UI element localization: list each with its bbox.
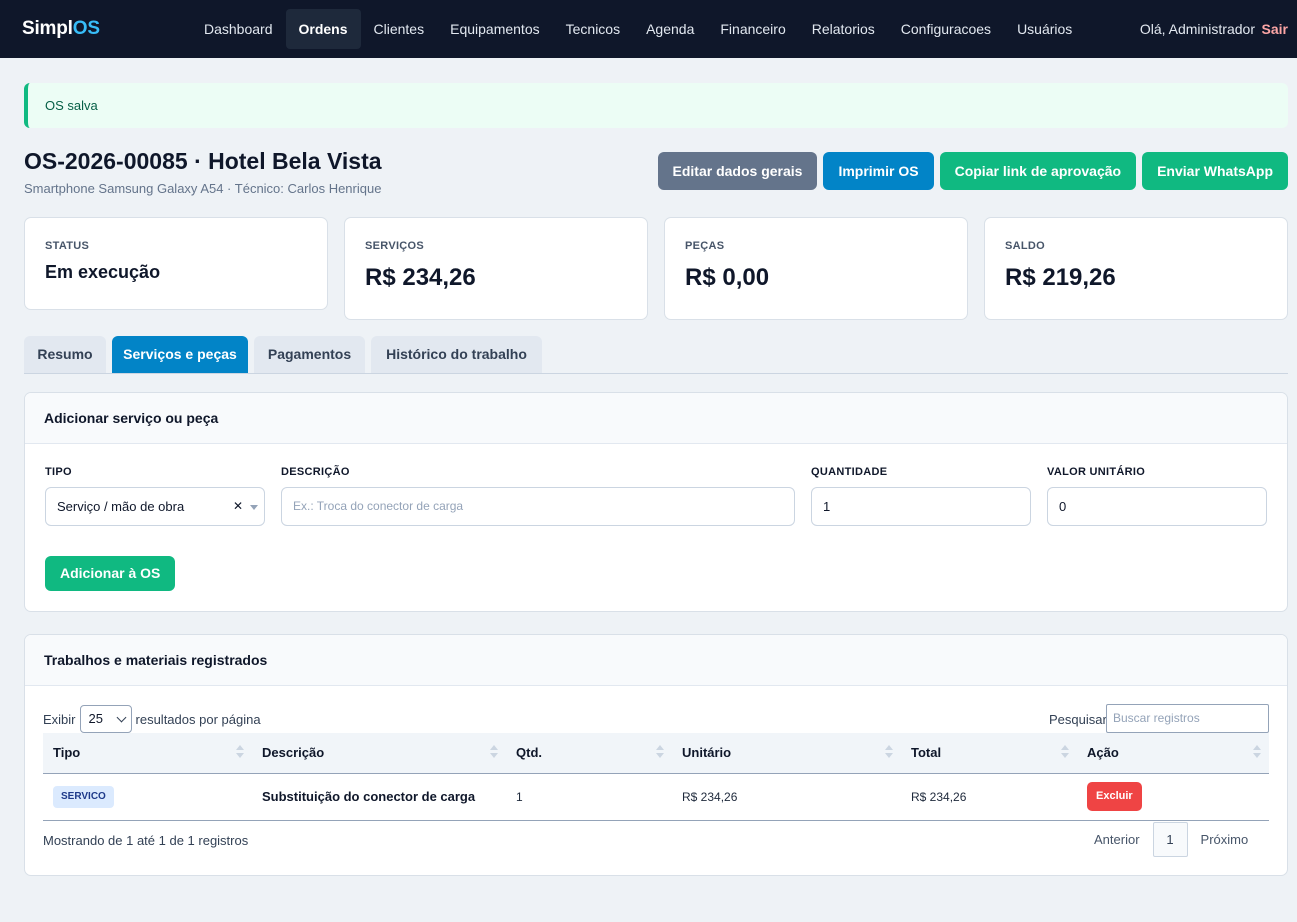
nav-clientes[interactable]: Clientes <box>361 9 438 49</box>
main-nav: Dashboard Ordens Clientes Equipamentos T… <box>191 9 1085 49</box>
nav-configuracoes[interactable]: Configuracoes <box>888 9 1004 49</box>
nav-agenda[interactable]: Agenda <box>633 9 707 49</box>
nav-usuarios[interactable]: Usuários <box>1004 9 1085 49</box>
sort-icon <box>656 745 664 761</box>
top-navbar: SimplOS Dashboard Ordens Clientes Equipa… <box>0 0 1297 58</box>
previous-page-button[interactable]: Anterior <box>1083 822 1151 857</box>
page-length-control: Exibir 25 resultados por página <box>43 705 261 733</box>
nav-financeiro[interactable]: Financeiro <box>707 9 798 49</box>
unit-price-label: VALOR UNITÁRIO <box>1047 466 1146 478</box>
add-to-os-button[interactable]: Adicionar à OS <box>45 556 176 591</box>
records-table: Tipo Descrição Qtd. Unitário Total Ação … <box>43 733 1269 821</box>
table-info: Mostrando de 1 até 1 de 1 registros <box>43 833 249 848</box>
nav-equipamentos[interactable]: Equipamentos <box>437 9 553 49</box>
nav-tecnicos[interactable]: Tecnicos <box>553 9 633 49</box>
delete-button[interactable]: Excluir <box>1087 782 1142 811</box>
page-subtitle: Smartphone Samsung Galaxy A54 · Técnico:… <box>24 181 382 196</box>
column-qty[interactable]: Qtd. <box>506 733 672 774</box>
header-actions: Editar dados gerais Imprimir OS Copiar l… <box>657 152 1288 190</box>
sort-icon <box>236 745 244 761</box>
add-item-panel-title: Adicionar serviço ou peça <box>25 393 1287 444</box>
type-select[interactable]: Serviço / mão de obra ✕ <box>45 487 265 526</box>
balance-card-value: R$ 219,26 <box>1005 264 1116 291</box>
search-label: Pesquisar <box>1049 712 1107 727</box>
nav-relatorios[interactable]: Relatorios <box>799 9 888 49</box>
unit-price-input[interactable]: 0 <box>1047 487 1267 526</box>
copy-approval-link-button[interactable]: Copiar link de aprovação <box>939 152 1137 190</box>
stat-cards: STATUS Em execução SERVIÇOS R$ 234,26 PE… <box>24 217 1288 320</box>
clear-icon[interactable]: ✕ <box>233 488 243 525</box>
nav-ordens[interactable]: Ordens <box>285 9 361 49</box>
type-label: TIPO <box>45 466 72 478</box>
nav-dashboard[interactable]: Dashboard <box>191 9 286 49</box>
sort-icon <box>1253 745 1261 761</box>
status-card-value: Em execução <box>45 262 161 282</box>
records-panel-title: Trabalhos e materiais registrados <box>25 635 1287 686</box>
parts-card-value: R$ 0,00 <box>685 264 770 291</box>
sort-icon <box>885 745 893 761</box>
balance-card-label: SALDO <box>1005 240 1045 252</box>
type-select-value: Serviço / mão de obra <box>57 499 185 514</box>
print-os-button[interactable]: Imprimir OS <box>823 152 934 190</box>
per-page-label: resultados por página <box>135 711 261 727</box>
type-badge: SERVICO <box>53 785 114 808</box>
column-unit[interactable]: Unitário <box>672 733 901 774</box>
logout-link[interactable]: Sair <box>1262 21 1288 37</box>
user-greeting: Olá, Administrador <box>1139 21 1255 37</box>
cell-description: Substituição do conector de carga <box>262 789 476 804</box>
balance-card: SALDO R$ 219,26 <box>984 217 1288 320</box>
cell-qty: 1 <box>516 789 523 804</box>
cell-type: SERVICO <box>43 773 252 820</box>
description-label: DESCRIÇÃO <box>281 466 350 478</box>
tab-summary[interactable]: Resumo <box>24 336 106 373</box>
pagination: Anterior 1 Próximo <box>1083 822 1259 857</box>
status-card: STATUS Em execução <box>24 217 328 310</box>
cell-total: R$ 234,26 <box>911 789 967 804</box>
services-card: SERVIÇOS R$ 234,26 <box>344 217 648 320</box>
next-page-button[interactable]: Próximo <box>1190 822 1260 857</box>
success-alert: OS salva <box>24 83 1288 128</box>
tab-services-parts[interactable]: Serviços e peças <box>112 336 248 373</box>
column-type[interactable]: Tipo <box>43 733 252 774</box>
column-action[interactable]: Ação <box>1077 733 1269 774</box>
os-tabs: Resumo Serviços e peças Pagamentos Histó… <box>24 336 1288 374</box>
send-whatsapp-button[interactable]: Enviar WhatsApp <box>1142 152 1288 190</box>
tab-work-history[interactable]: Histórico do trabalho <box>371 336 542 373</box>
chevron-down-icon <box>116 712 126 723</box>
page-size-value: 25 <box>88 711 103 726</box>
cell-action: Excluir <box>1077 773 1269 820</box>
services-card-value: R$ 234,26 <box>365 264 476 291</box>
sort-icon <box>1061 745 1069 761</box>
current-page-button[interactable]: 1 <box>1152 822 1188 857</box>
page-size-select[interactable]: 25 <box>79 705 132 733</box>
edit-general-data-button[interactable]: Editar dados gerais <box>657 152 818 190</box>
show-label: Exibir <box>43 711 76 727</box>
services-card-label: SERVIÇOS <box>365 240 425 252</box>
quantity-label: QUANTIDADE <box>811 466 888 478</box>
column-total[interactable]: Total <box>901 733 1077 774</box>
table-header-row: Tipo Descrição Qtd. Unitário Total Ação <box>43 733 1269 774</box>
tab-payments[interactable]: Pagamentos <box>254 336 365 373</box>
parts-card: PEÇAS R$ 0,00 <box>664 217 968 320</box>
search-input[interactable]: Buscar registros <box>1106 704 1269 733</box>
chevron-down-icon <box>250 505 258 510</box>
parts-card-label: PEÇAS <box>685 240 725 252</box>
table-row: SERVICO Substituição do conector de carg… <box>43 773 1269 820</box>
status-card-label: STATUS <box>45 240 90 252</box>
page-title: OS-2026-00085 · Hotel Bela Vista <box>24 148 382 174</box>
records-panel: Trabalhos e materiais registrados Exibir… <box>24 634 1288 876</box>
column-description[interactable]: Descrição <box>252 733 506 774</box>
sort-icon <box>490 745 498 761</box>
quantity-input[interactable]: 1 <box>811 487 1031 526</box>
add-item-panel: Adicionar serviço ou peça TIPO Serviço /… <box>24 392 1288 612</box>
brand-logo[interactable]: SimplOS <box>22 18 100 40</box>
description-input[interactable]: Ex.: Troca do conector de carga <box>281 487 795 526</box>
cell-unit: R$ 234,26 <box>682 789 738 804</box>
